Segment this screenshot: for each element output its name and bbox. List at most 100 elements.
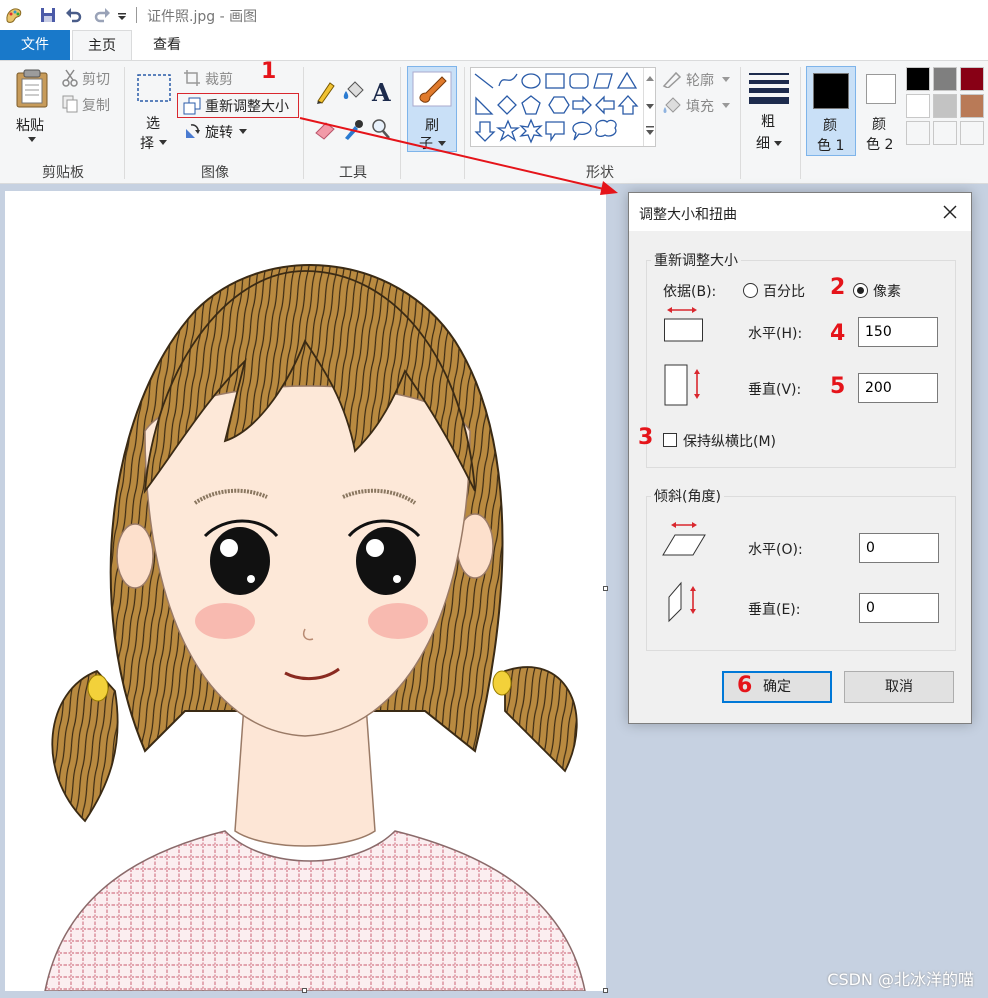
pencil-icon[interactable] <box>314 79 336 105</box>
color2-label-1: 颜 <box>872 117 886 133</box>
step-3-marker: 3 <box>638 425 654 450</box>
outline-icon <box>662 71 682 88</box>
palette-swatch[interactable] <box>906 94 930 118</box>
crop-button[interactable]: 裁剪 <box>183 68 253 90</box>
cancel-button[interactable]: 取消 <box>844 671 954 703</box>
group-separator <box>124 67 125 179</box>
pixels-radio-circle <box>853 283 868 298</box>
size-label-2: 细 <box>756 136 770 152</box>
group-separator <box>464 67 465 179</box>
redo-icon[interactable] <box>92 5 112 25</box>
dialog-title: 调整大小和扭曲 <box>639 207 737 223</box>
skew-vertical-input[interactable] <box>859 593 939 623</box>
scissors-icon <box>62 69 78 87</box>
palette-swatch[interactable] <box>906 67 930 91</box>
shapes-gallery[interactable] <box>470 67 656 147</box>
skew-section-title: 倾斜(角度) <box>651 486 724 506</box>
shape-icons[interactable] <box>473 70 643 144</box>
color2-swatch <box>866 74 896 104</box>
outline-dropdown-icon <box>722 77 730 82</box>
select-dropdown-icon <box>159 140 167 145</box>
color1-swatch <box>813 73 849 109</box>
scroll-up-icon[interactable] <box>646 76 654 82</box>
by-label: 依据(B): <box>663 284 717 300</box>
color-palette <box>906 67 988 149</box>
tab-home[interactable]: 主页 <box>72 30 132 61</box>
brushes-dropdown-icon <box>438 141 446 146</box>
ribbon: 粘贴 剪切 复制 剪贴板 选 择 裁剪 重新调整大小 旋转 图像 A 工具 刷 … <box>0 60 988 184</box>
scroll-down-icon[interactable] <box>646 104 654 110</box>
resize-section-title: 重新调整大小 <box>651 250 741 270</box>
resize-handle-corner[interactable] <box>603 988 608 993</box>
color1-label-2: 色 1 <box>817 138 845 154</box>
undo-icon[interactable] <box>64 5 84 25</box>
color2-button[interactable]: 颜 色 2 <box>860 66 904 156</box>
tab-file[interactable]: 文件 <box>0 30 70 60</box>
text-tool-icon[interactable]: A <box>370 79 392 105</box>
palette-swatch[interactable] <box>960 94 984 118</box>
eraser-icon[interactable] <box>314 117 336 141</box>
palette-swatch[interactable] <box>933 67 957 91</box>
percent-radio-circle <box>743 283 758 298</box>
resize-handle-bottom[interactable] <box>302 988 307 993</box>
group-separator <box>800 67 801 179</box>
size-dropdown-icon <box>774 141 782 146</box>
image-group-label: 图像 <box>201 165 229 181</box>
outline-label: 轮廓 <box>686 73 714 89</box>
paste-label: 粘贴 <box>16 118 44 134</box>
group-separator <box>303 67 304 179</box>
vertical-input[interactable] <box>858 373 938 403</box>
cut-button[interactable]: 剪切 <box>62 68 122 90</box>
pixels-radio[interactable]: 像素 <box>851 280 911 300</box>
resize-button[interactable]: 重新调整大小 <box>177 93 299 118</box>
group-separator <box>400 67 401 179</box>
skew-horizontal-input[interactable] <box>859 533 939 563</box>
outline-button[interactable]: 轮廓 <box>662 69 734 91</box>
color-picker-icon[interactable] <box>342 117 364 141</box>
fill-icon <box>663 97 681 113</box>
paste-icon <box>16 69 48 108</box>
dialog-title-bar: 调整大小和扭曲 <box>629 193 971 231</box>
gallery-expand-icon[interactable] <box>646 126 654 136</box>
resize-skew-dialog: 调整大小和扭曲 重新调整大小 依据(B): 百分比 像素 水平(H): 垂直(V… <box>628 192 972 724</box>
palette-swatch[interactable] <box>933 94 957 118</box>
paste-button[interactable]: 粘贴 <box>8 65 56 155</box>
step-6-marker: 6 <box>737 673 753 698</box>
rotate-button[interactable]: 旋转 <box>183 121 253 143</box>
resize-label: 重新调整大小 <box>205 99 289 115</box>
tab-view[interactable]: 查看 <box>137 30 197 60</box>
select-button[interactable]: 选 择 <box>132 67 176 157</box>
shapes-scrollbar[interactable] <box>643 68 655 146</box>
paint-app-icon[interactable] <box>4 5 24 25</box>
svg-text:A: A <box>371 79 391 105</box>
resize-icon <box>183 97 201 115</box>
horizontal-input[interactable] <box>858 317 938 347</box>
customize-dropdown-icon[interactable] <box>116 5 128 25</box>
paste-dropdown-icon <box>28 137 36 142</box>
copy-button[interactable]: 复制 <box>62 94 122 116</box>
color1-label-1: 颜 <box>823 118 837 134</box>
palette-swatch[interactable] <box>906 121 930 145</box>
save-icon[interactable] <box>38 5 58 25</box>
palette-swatch[interactable] <box>960 67 984 91</box>
color1-button[interactable]: 颜 色 1 <box>806 66 856 156</box>
shapes-group-label: 形状 <box>586 165 614 181</box>
brushes-button[interactable]: 刷 子 <box>407 66 457 152</box>
palette-swatch[interactable] <box>960 121 984 145</box>
size-button[interactable]: 粗 细 <box>746 67 794 153</box>
keep-aspect-ratio-checkbox[interactable]: 保持纵横比(M) <box>662 430 822 450</box>
resize-handle-right[interactable] <box>603 586 608 591</box>
color2-label-2: 色 2 <box>866 137 894 153</box>
palette-swatch[interactable] <box>933 121 957 145</box>
fill-button[interactable]: 填充 <box>662 95 734 117</box>
skew-vertical-label: 垂直(E): <box>748 602 801 618</box>
brush-icon <box>412 71 452 107</box>
line-size-icon <box>749 73 789 104</box>
skew-horizontal-label: 水平(O): <box>748 542 803 558</box>
magnifier-icon[interactable] <box>370 117 392 141</box>
fill-bucket-icon[interactable] <box>342 79 366 105</box>
close-icon[interactable] <box>939 201 961 223</box>
drawing-canvas[interactable] <box>5 191 606 991</box>
tools-group-label: 工具 <box>339 165 367 181</box>
percent-radio[interactable]: 百分比 <box>741 280 813 300</box>
